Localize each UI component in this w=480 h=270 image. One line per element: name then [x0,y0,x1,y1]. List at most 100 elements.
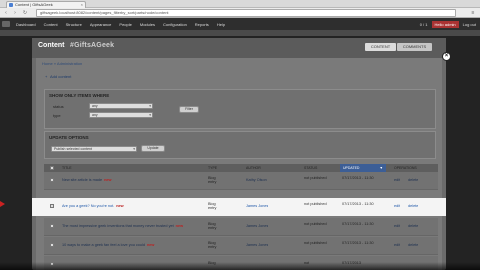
browser-address-bar: ‹ › ↻ giftsageek.localhost:8082/content/… [0,8,480,18]
logout-link[interactable]: Log out [463,22,476,27]
row-delete-link[interactable]: delete [408,224,418,228]
status-label: status [53,104,64,109]
admin-toolbar: Dashboard Content Structure Appearance Peopl… [0,18,480,30]
reload-icon[interactable]: ↻ [22,10,28,16]
admin-menu-item-people[interactable]: People [115,22,135,27]
status-select[interactable]: any ▾ [89,103,153,109]
site-name: #GiftsAGeek [70,42,115,49]
table-row: New site article is made new Blog entry K… [44,172,438,190]
action-select[interactable]: Publish selected content ▾ [51,146,137,152]
row-updated: 07/17/2013 - 11:30 [342,202,374,206]
admin-menu: Dashboard Content Structure Appearance Peopl… [2,18,229,30]
overlay-header: Content #GiftsAGeek CONTENT COMMENTS [32,38,446,58]
type-select[interactable]: any ▾ [89,112,153,118]
admin-menu-item-reports[interactable]: Reports [191,22,213,27]
row-title-link[interactable]: New site article is made new [62,178,202,182]
new-marker: new [146,243,155,247]
row-checkbox[interactable] [50,178,54,182]
table-row: 10 ways to make a geek fan feel a love y… [44,237,438,255]
pointer-arrow-icon [0,201,5,207]
chevron-down-icon: ▾ [149,113,151,117]
column-type[interactable]: TYPE [208,164,217,172]
row-delete-link[interactable]: delete [408,178,418,182]
browser-tab[interactable]: Content | GiftsAGeek × [6,1,86,8]
row-type: Blog entry [208,222,217,230]
update-button[interactable]: Update [141,145,165,152]
tab-comments[interactable]: COMMENTS [397,43,432,51]
column-title[interactable]: TITLE [62,164,72,172]
admin-user-area: 0 / 1 Hello admin Log out [420,18,476,30]
sort-desc-icon: ▼ [379,166,383,170]
row-checkbox[interactable] [50,204,54,208]
row-checkbox[interactable] [50,243,54,247]
close-icon[interactable]: × [442,52,451,61]
row-updated: 07/17/2013 - 11:30 [342,241,374,245]
admin-menu-item-structure[interactable]: Structure [62,22,86,27]
admin-menu-item-modules[interactable]: Modules [136,22,159,27]
row-title-link[interactable]: 10 ways to make a geek fan feel a love y… [62,243,204,247]
row-edit-link[interactable]: edit [394,243,400,247]
row-title-text: The most impressive geek inventions that… [62,224,174,228]
row-title-text: New site article is made [62,178,103,182]
chevron-down-icon: ▾ [133,147,135,151]
row-delete-link[interactable]: delete [408,243,418,247]
row-status: not published [304,202,327,206]
admin-menu-item-dashboard[interactable]: Dashboard [12,22,40,27]
page-title: Content [38,42,65,49]
row-updated: 07/17/2013 - 11:30 [342,176,374,180]
bottom-shadow [0,262,480,270]
column-status[interactable]: STATUS [304,164,317,172]
browser-menu-icon[interactable]: ≡ [470,10,476,16]
overlay-body: Home » Administration Add content SHOW O… [32,58,446,270]
content-overlay: Content #GiftsAGeek CONTENT COMMENTS Hom… [32,38,451,270]
update-legend: UPDATE OPTIONS [49,135,89,140]
browser-tab-title: Content | GiftsAGeek [15,2,53,7]
row-author-link[interactable]: James Jones [246,204,268,208]
column-updated[interactable]: UPDATED ▼ [340,164,386,172]
row-author-link[interactable]: Kathy Olson [246,178,267,182]
row-type: Blog entry [208,241,217,249]
update-options-fieldset: UPDATE OPTIONS Publish selected content … [44,131,436,159]
admin-menu-item-configuration[interactable]: Configuration [159,22,191,27]
back-icon[interactable]: ‹ [3,10,9,16]
tab-content[interactable]: CONTENT [365,43,396,51]
table-row: The most impressive geek inventions that… [44,218,438,236]
add-content-link[interactable]: Add content [45,74,71,79]
forward-icon[interactable]: › [12,10,18,16]
column-author[interactable]: AUTHOR [246,164,261,172]
content-table-header: TITLE TYPE AUTHOR STATUS UPDATED ▼ OPERA… [44,164,438,172]
row-edit-link[interactable]: edit [394,204,400,208]
row-title-text: Are you a geek? No you're not. [62,204,115,208]
admin-count: 0 / 1 [419,21,428,27]
row-edit-link[interactable]: edit [394,178,400,182]
admin-menu-item-content[interactable]: Content [40,22,62,27]
row-edit-link[interactable]: edit [394,224,400,228]
new-marker: new [116,204,124,208]
filter-fieldset: SHOW ONLY ITEMS WHERE status any ▾ type … [44,89,436,129]
filter-button[interactable]: Filter [179,106,199,113]
chevron-down-icon: ▾ [149,104,151,108]
row-updated: 07/17/2013 - 11:30 [342,222,374,226]
browser-tab-bar: Content | GiftsAGeek × [0,0,480,8]
type-select-value: any [92,113,98,117]
admin-menu-item-help[interactable]: Help [213,22,229,27]
url-input[interactable]: giftsageek.localhost:8082/content/pages_… [36,9,456,17]
row-checkbox[interactable] [50,224,54,228]
row-title-link[interactable]: Are you a geek? No you're not. new [62,204,202,208]
column-operations: OPERATIONS [394,166,417,170]
admin-menu-item-appearance[interactable]: Appearance [86,22,116,27]
row-title-text: 10 ways to make a geek fan feel a love y… [62,243,145,247]
breadcrumb[interactable]: Home » Administration [42,61,82,66]
new-marker: new [175,224,184,228]
home-icon[interactable] [2,21,10,27]
column-updated-label: UPDATED [343,166,360,170]
new-marker: new [104,178,112,182]
select-all-checkbox[interactable] [50,166,54,170]
row-delete-link[interactable]: delete [408,204,418,208]
row-type: Blog entry [208,176,217,184]
hello-user-link[interactable]: Hello admin [431,20,459,28]
row-title-link[interactable]: The most impressive geek inventions that… [62,224,204,228]
row-author-link[interactable]: James Jones [246,224,268,228]
row-author-link[interactable]: James Jones [246,243,268,247]
row-status: not published [304,241,327,245]
